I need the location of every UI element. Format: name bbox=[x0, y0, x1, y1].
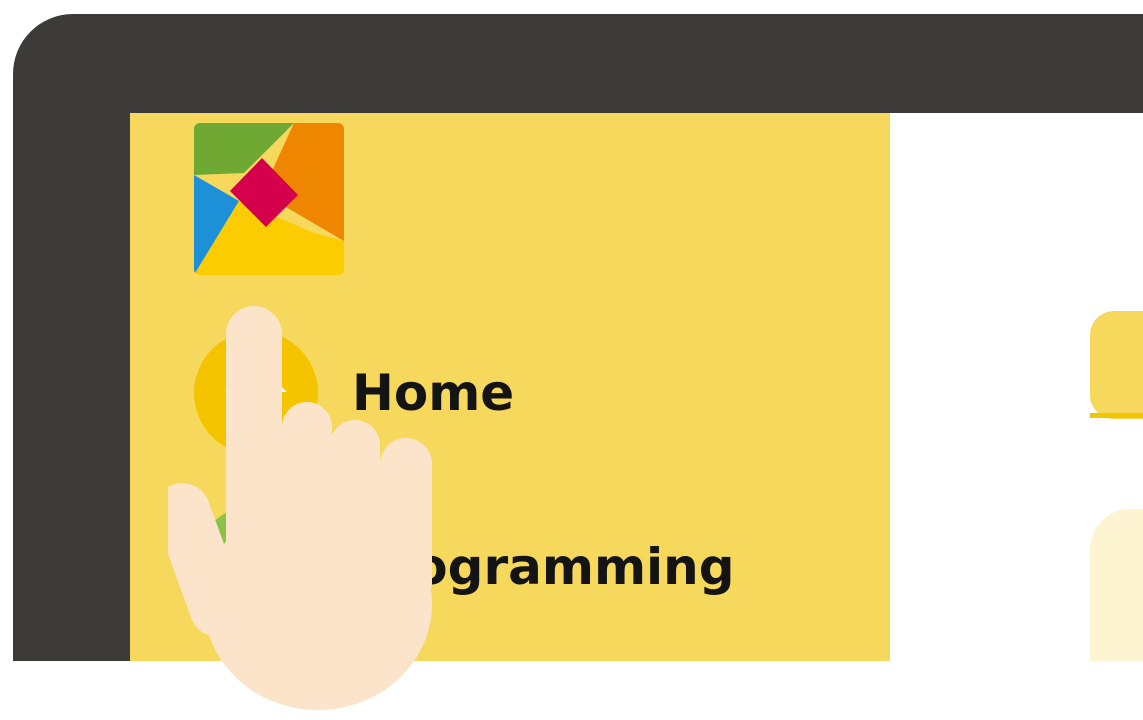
tab-underline bbox=[1090, 413, 1143, 418]
content-tab[interactable] bbox=[1090, 311, 1143, 419]
pointing-hand-icon bbox=[154, 304, 438, 714]
tangram-logo-icon[interactable] bbox=[194, 123, 344, 275]
content-card[interactable] bbox=[1090, 509, 1143, 661]
